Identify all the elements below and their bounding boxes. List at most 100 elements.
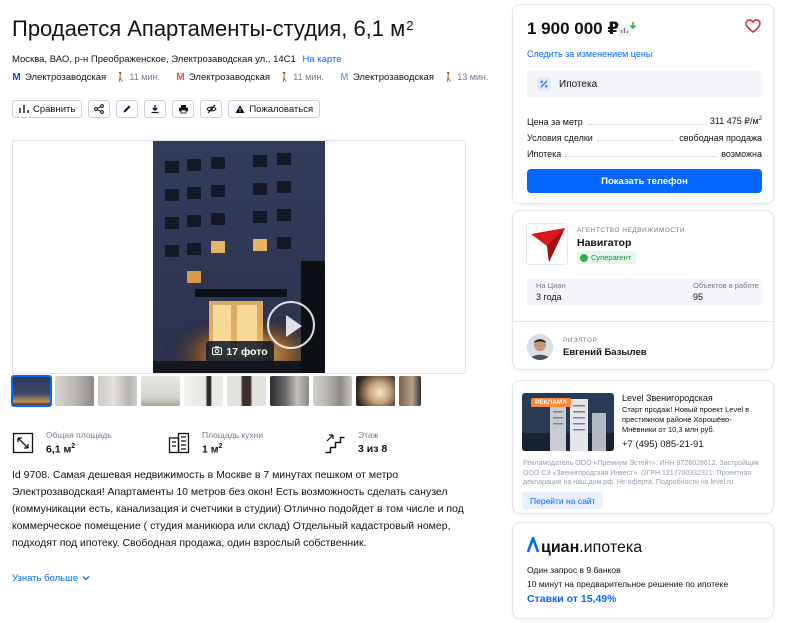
agency-logo[interactable] xyxy=(526,223,568,265)
metro-item[interactable]: М Электрозаводская 🚶 11 мин. xyxy=(12,71,160,83)
cian-ipoteka-card[interactable]: циан .ипотека Один запрос в 9 банков 10 м… xyxy=(512,522,774,619)
feature-label: Площадь кухни xyxy=(202,430,264,440)
chevron-down-icon xyxy=(82,573,90,584)
thumbnail[interactable] xyxy=(313,376,352,406)
photo-count-label: 17 фото xyxy=(226,346,268,358)
feature-value: 3 из 8 xyxy=(358,443,388,455)
thumbnail-strip xyxy=(11,375,421,407)
logo-part2: .ипотека xyxy=(579,538,643,556)
photo-gallery[interactable]: 17 фото xyxy=(12,140,466,374)
share-icon xyxy=(94,104,105,114)
feature-value-unit: 2 xyxy=(71,443,76,450)
stat-label: На Циан xyxy=(536,281,566,290)
ad-title[interactable]: Level Звенигородская xyxy=(622,393,713,403)
hide-button[interactable] xyxy=(200,100,223,118)
realtor-avatar[interactable] xyxy=(527,334,553,360)
address-text: Москва, ВАО, р-н Преображенское, Электро… xyxy=(12,54,296,65)
favorite-heart-icon[interactable] xyxy=(745,19,761,38)
title-text: Продается Апартаменты-студия, 6,1 м xyxy=(12,16,406,41)
agency-name[interactable]: Навигатор xyxy=(577,237,631,249)
feature-kitchen-area: Площадь кухни 1 м2 xyxy=(168,430,324,456)
photo-count-badge[interactable]: 17 фото xyxy=(206,341,274,363)
stat-label: Объектов в работе xyxy=(693,281,759,290)
listing-toolbar: Сравнить Пожаловаться xyxy=(12,100,321,118)
feature-label: Общая площадь xyxy=(46,430,112,440)
stat-objects: Объектов в работе 95 xyxy=(693,281,759,302)
feature-value-text: 6,1 м xyxy=(46,443,72,456)
row-value: свободная продажа xyxy=(679,133,762,143)
thumbnail[interactable] xyxy=(141,376,180,406)
thumbnail[interactable] xyxy=(356,376,395,406)
ad-go-button[interactable]: Перейти на сайт xyxy=(522,492,604,509)
metro-icon: М xyxy=(340,71,349,83)
ipoteka-rate[interactable]: Ставки от 15,49% xyxy=(527,593,616,605)
metro-name: Электрозаводская xyxy=(188,71,271,83)
walk-time: 🚶 13 мин. xyxy=(443,72,488,83)
ipoteka-line1: Один запрос в 9 банков xyxy=(527,565,621,575)
feature-total-area: Общая площадь 6,1 м2 xyxy=(12,430,168,456)
ipoteka-line2: 10 минут на предварительное решение по и… xyxy=(527,579,729,589)
row-value: возможна xyxy=(721,149,762,159)
description-text: Id 9708. Самая дешевая недвижимость в Мо… xyxy=(12,469,464,549)
thumbnail[interactable] xyxy=(227,376,266,406)
metro-icon: М xyxy=(176,71,185,83)
thumbnail[interactable] xyxy=(399,376,421,406)
row-value-text: 311 475 ₽/м xyxy=(709,116,759,126)
page-title: Продается Апартаменты-студия, 6,1 м2 xyxy=(12,14,414,44)
metro-icon: М xyxy=(12,71,21,83)
download-icon xyxy=(150,104,160,114)
walk-time: 🚶 11 мин. xyxy=(115,72,160,83)
row-key: Условия сделки xyxy=(527,133,593,143)
metro-item[interactable]: М Электрозаводская 🚶 13 мин. xyxy=(340,71,488,83)
thumbnail[interactable] xyxy=(184,376,223,406)
metro-item[interactable]: М Электрозаводская 🚶 11 мин. xyxy=(176,71,324,83)
row-dots xyxy=(586,124,706,125)
stat-value: 3 года xyxy=(536,292,562,302)
eye-off-icon xyxy=(206,104,217,114)
edit-button[interactable] xyxy=(116,100,139,118)
stat-on-cian: На Циан 3 года xyxy=(536,281,566,302)
stat-value: 95 xyxy=(693,292,704,302)
area-icon xyxy=(12,432,34,454)
realtor-name[interactable]: Евгений Базылев xyxy=(563,347,647,358)
feature-value-text: 1 м xyxy=(202,443,219,456)
feature-value: 6,1 м2 xyxy=(46,443,112,456)
thumbnail[interactable] xyxy=(98,376,137,406)
agency-type-label: АГЕНТСТВО НЕДВИЖИМОСТИ xyxy=(577,227,685,234)
show-phone-button[interactable]: Показать телефон xyxy=(527,169,762,193)
map-link[interactable]: На карте xyxy=(302,54,341,65)
thumbnail[interactable] xyxy=(11,375,52,407)
follow-price-link[interactable]: Следить за изменением цены xyxy=(527,49,652,59)
superagent-badge: Суперагент xyxy=(577,251,637,264)
row-dots xyxy=(565,156,718,157)
ad-phone[interactable]: +7 (495) 085-21-91 xyxy=(622,439,704,450)
walk-time-value: 11 мин. xyxy=(293,71,324,82)
complain-button[interactable]: Пожаловаться xyxy=(228,100,321,118)
row-value-unit: 2 xyxy=(758,116,762,122)
more-link[interactable]: Узнать больше xyxy=(12,573,90,584)
mortgage-box[interactable]: Ипотека xyxy=(527,70,762,98)
more-label: Узнать больше xyxy=(12,573,79,584)
compare-icon xyxy=(19,104,29,114)
download-button[interactable] xyxy=(144,100,167,118)
feature-value: 1 м2 xyxy=(202,443,263,456)
realtor-type-label: РИЭЛТОР xyxy=(563,337,598,344)
ad-card: РЕКЛАМА Level Звенигородская Старт прода… xyxy=(512,380,774,514)
title-unit: 2 xyxy=(406,18,414,33)
share-button[interactable] xyxy=(88,100,111,118)
compare-label: Сравнить xyxy=(33,103,76,115)
print-button[interactable] xyxy=(172,100,195,118)
price-history-icon[interactable] xyxy=(617,21,637,37)
play-video-icon[interactable] xyxy=(267,301,315,349)
walk-time-value: 11 мин. xyxy=(129,71,160,82)
pencil-icon xyxy=(122,104,132,114)
price-per-meter-row: Цена за метр 311 475 ₽/м2 xyxy=(527,115,762,127)
camera-icon xyxy=(212,346,223,358)
divider xyxy=(513,321,773,322)
pedestrian-icon: 🚶 xyxy=(279,71,291,82)
thumbnail[interactable] xyxy=(55,376,94,406)
address: Москва, ВАО, р-н Преображенское, Электро… xyxy=(12,54,342,65)
thumbnail[interactable] xyxy=(270,376,309,406)
metro-name: Электрозаводская xyxy=(352,71,434,83)
compare-button[interactable]: Сравнить xyxy=(12,100,83,118)
